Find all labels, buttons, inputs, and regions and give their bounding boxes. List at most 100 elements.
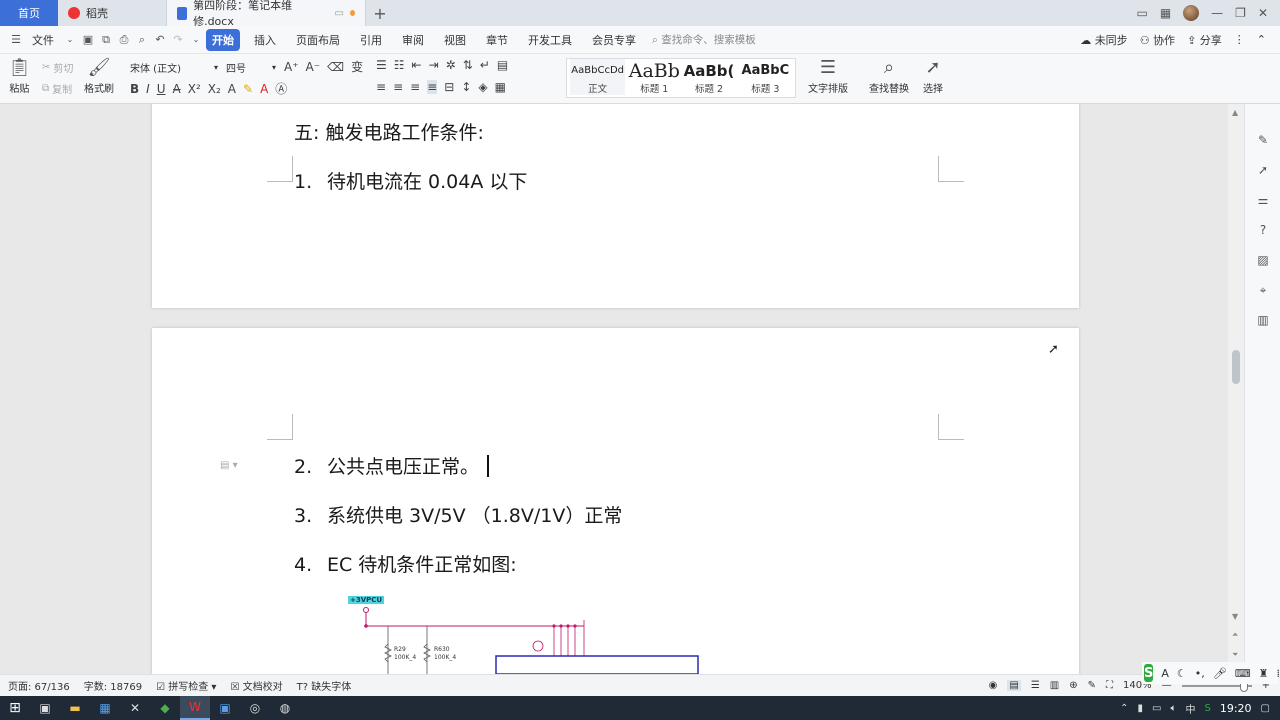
- print-icon[interactable]: ⎙: [116, 32, 132, 48]
- paste-button[interactable]: 📋︎ 粘贴: [8, 58, 31, 96]
- edit-pen-icon[interactable]: ✎: [1255, 132, 1271, 148]
- bullet-list-icon[interactable]: ☰: [376, 58, 387, 72]
- line-spacing-icon[interactable]: ↕: [461, 80, 471, 94]
- font-a-icon[interactable]: A: [1161, 667, 1169, 680]
- collapse-ribbon-icon[interactable]: ⌃: [1257, 33, 1266, 46]
- scroll-up-icon[interactable]: ▲: [1232, 108, 1238, 117]
- menu-page-layout[interactable]: 页面布局: [290, 29, 346, 51]
- highlight-icon[interactable]: ✎: [243, 82, 253, 96]
- help-icon[interactable]: ?: [1255, 222, 1271, 238]
- strikethrough-icon[interactable]: A̶: [173, 82, 181, 96]
- table-lines-icon[interactable]: ▤: [497, 58, 508, 72]
- scrollbar-thumb[interactable]: [1232, 350, 1240, 384]
- numbered-list-icon[interactable]: ☷: [394, 58, 405, 72]
- phonetic-icon[interactable]: 变: [351, 58, 363, 75]
- app-icon-9[interactable]: ◍: [270, 696, 300, 720]
- menu-review[interactable]: 审阅: [396, 29, 430, 51]
- more-icon[interactable]: ⋮: [1234, 33, 1245, 46]
- command-search[interactable]: ⌕ 查找命令、搜索模板: [652, 32, 756, 47]
- tray-app-icon[interactable]: ▮: [1138, 703, 1144, 714]
- menu-reference[interactable]: 引用: [354, 29, 388, 51]
- menu-developer[interactable]: 开发工具: [522, 29, 578, 51]
- location-icon[interactable]: ⌖: [1255, 282, 1271, 298]
- document-workspace[interactable]: 五: 触发电路工作条件: 1. 待机电流在 0.04A 以下 ▤ ▾ 2. 公共点电…: [0, 104, 1228, 674]
- punctuation-icon[interactable]: •,: [1195, 667, 1205, 680]
- justify-icon[interactable]: ≡: [427, 80, 438, 94]
- style-heading1[interactable]: AaBb 标题 1: [629, 59, 680, 95]
- font-name-select[interactable]: 宋体 (正文) ▾: [126, 58, 222, 76]
- next-page-icon[interactable]: ⏷: [1232, 650, 1238, 660]
- grid-apps-icon[interactable]: ▦: [1160, 6, 1171, 20]
- app-icon-3[interactable]: ▦: [90, 696, 120, 720]
- wps-taskbar-icon[interactable]: W: [180, 696, 210, 720]
- document-page[interactable]: ▤ ▾ 2. 公共点电压正常。 3. 系统供电 3V/5V （1.8V/1V）正常 …: [152, 328, 1079, 674]
- scroll-down-icon[interactable]: ▼: [1232, 612, 1238, 621]
- book-icon[interactable]: ▥: [1255, 312, 1271, 328]
- doc-proof-button[interactable]: ☒ 文档校对: [230, 678, 282, 693]
- document-page[interactable]: 五: 触发电路工作条件: 1. 待机电流在 0.04A 以下: [152, 104, 1079, 308]
- shading-icon[interactable]: ◈: [478, 80, 487, 94]
- page-indicator[interactable]: 页面: 67/136: [8, 678, 70, 693]
- tab-daoke[interactable]: 稻壳: [58, 0, 166, 26]
- word-count[interactable]: 字数: 18769: [84, 678, 142, 693]
- volume-icon[interactable]: 🔈︎: [1170, 703, 1176, 714]
- image-icon[interactable]: ▨: [1255, 252, 1271, 268]
- app-icon-7[interactable]: ▣: [210, 696, 240, 720]
- preview-icon[interactable]: ⌕: [134, 32, 150, 48]
- align-center-icon[interactable]: ≡: [393, 80, 403, 94]
- menu-section[interactable]: 章节: [480, 29, 514, 51]
- missing-font-button[interactable]: T? 缺失字体: [297, 678, 352, 693]
- grow-font-icon[interactable]: A⁺: [284, 60, 299, 74]
- outdent-icon[interactable]: ⇤: [412, 58, 422, 72]
- font-size-select[interactable]: 四号 ▾: [222, 58, 280, 76]
- undo-icon[interactable]: ↶: [152, 32, 168, 48]
- moon-icon[interactable]: ☾: [1177, 667, 1187, 680]
- tab-restore-icon[interactable]: ▭: [335, 8, 344, 19]
- restore-icon[interactable]: ❐: [1235, 6, 1246, 20]
- app-icon-8[interactable]: ◎: [240, 696, 270, 720]
- schematic-figure[interactable]: +3VPCU R29 100K_4 R630 100K_4: [342, 594, 712, 674]
- char-border-icon[interactable]: Ⓐ: [275, 80, 287, 97]
- cut-button[interactable]: ✂ 剪切: [42, 60, 73, 75]
- fit-page-icon[interactable]: ⛶: [1106, 680, 1113, 691]
- chinese-layout-icon[interactable]: ✲: [446, 58, 456, 72]
- folder-icon[interactable]: ▬: [60, 696, 90, 720]
- menu-view[interactable]: 视图: [438, 29, 472, 51]
- tray-s-icon[interactable]: S: [1204, 703, 1210, 714]
- app-icon-4[interactable]: ✕: [120, 696, 150, 720]
- tab-document[interactable]: 第四阶段：笔记本维修.docx ▭: [166, 0, 366, 28]
- windows-start-icon[interactable]: ⊞: [0, 696, 30, 720]
- ime-icon[interactable]: 中: [1185, 701, 1195, 716]
- indent-icon[interactable]: ⇥: [429, 58, 439, 72]
- mic-icon[interactable]: 🎤︎: [1213, 667, 1227, 680]
- sync-button[interactable]: ☁ 未同步: [1080, 32, 1128, 48]
- copy-button[interactable]: ⧉ 复制: [42, 81, 72, 96]
- tab-home[interactable]: 首页: [0, 0, 58, 26]
- collab-button[interactable]: ⚇ 协作: [1140, 32, 1175, 48]
- tray-chevron-icon[interactable]: ⌃: [1120, 703, 1128, 714]
- find-replace-button[interactable]: ⌕ 查找替换: [869, 58, 909, 96]
- style-heading3[interactable]: AaBbC 标题 3: [739, 59, 792, 95]
- new-tab-button[interactable]: +: [366, 0, 394, 26]
- app-icon-5[interactable]: ◆: [150, 696, 180, 720]
- network-icon[interactable]: ▭: [1152, 703, 1161, 714]
- underline-icon[interactable]: U: [157, 82, 166, 96]
- settings-sliders-icon[interactable]: ⚌: [1255, 192, 1271, 208]
- format-painter-button[interactable]: 🖌︎ 格式刷: [84, 58, 114, 96]
- select-pointer-icon[interactable]: ➚: [1255, 162, 1271, 178]
- spell-check-button[interactable]: ☑ 拼写检查 ▾: [156, 678, 216, 693]
- prev-page-icon[interactable]: ⏶: [1232, 630, 1238, 640]
- select-button[interactable]: ➚ 选择: [923, 58, 943, 96]
- zoom-slider[interactable]: [1181, 679, 1252, 692]
- text-layout-button[interactable]: ☰ 文字排版: [808, 58, 848, 96]
- font-color-icon[interactable]: A: [260, 82, 268, 96]
- shirt-icon[interactable]: ♜: [1259, 667, 1269, 680]
- system-clock[interactable]: 19:20: [1220, 702, 1252, 715]
- text-effect-icon[interactable]: A: [228, 82, 236, 96]
- show-marks-icon[interactable]: ↵: [480, 58, 490, 72]
- notification-icon[interactable]: ▢: [1261, 703, 1270, 714]
- close-icon[interactable]: ✕: [1258, 6, 1268, 20]
- sort-icon[interactable]: ⇅: [463, 58, 473, 72]
- page-view-icon[interactable]: ▤: [1007, 680, 1021, 691]
- hamburger-menu-icon[interactable]: ☰: [8, 32, 24, 48]
